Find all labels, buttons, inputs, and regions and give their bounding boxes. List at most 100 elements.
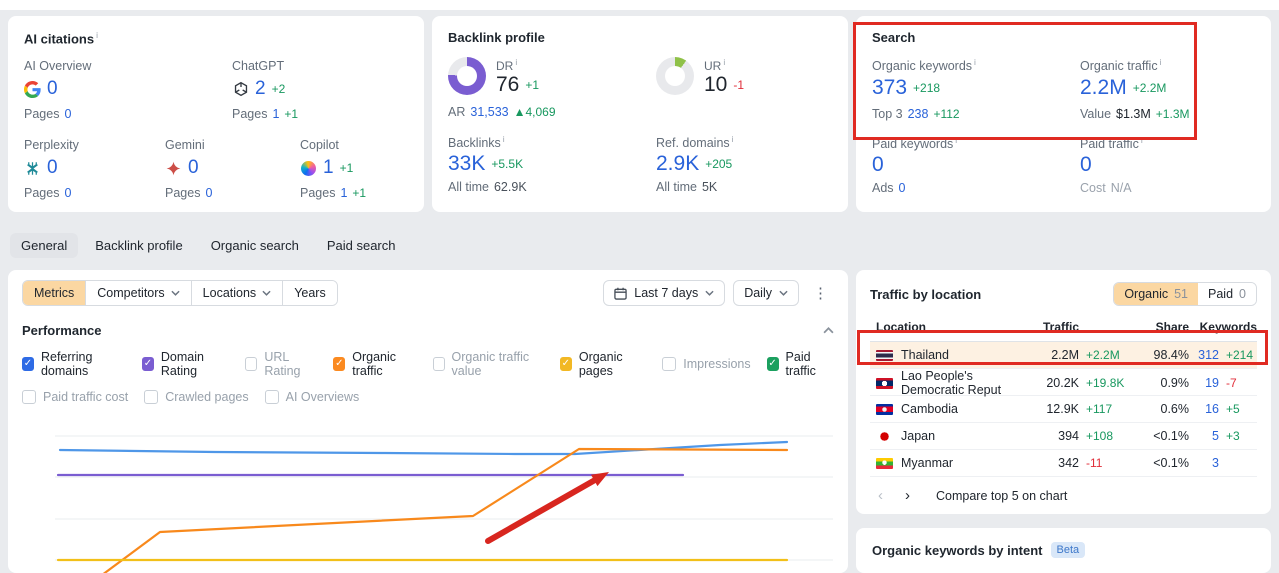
chatgpt-value[interactable]: 2 xyxy=(255,78,266,100)
keywords-value[interactable]: 19 xyxy=(1189,376,1219,390)
location-row-japan[interactable]: Japan 394 +108 <0.1% 5 +3 xyxy=(870,423,1257,450)
locations-dropdown[interactable]: Locations xyxy=(191,281,284,305)
keywords-value[interactable]: 3 xyxy=(1189,456,1219,470)
keywords-delta: +5 xyxy=(1226,402,1240,416)
pages-value[interactable]: 0 xyxy=(205,186,212,200)
checkbox-label: URL Rating xyxy=(264,350,301,378)
prev-page-button[interactable]: ‹ xyxy=(878,487,883,504)
paid-keywords-label: Paid keywords i xyxy=(872,135,958,152)
gemini-label: Gemini xyxy=(165,138,205,153)
paid-keywords-value[interactable]: 0 xyxy=(872,153,884,177)
pages-value[interactable]: 0 xyxy=(64,186,71,200)
checkbox-label: Organic traffic value xyxy=(451,350,530,378)
tab-backlink-profile[interactable]: Backlink profile xyxy=(84,233,193,258)
gemini-value[interactable]: 0 xyxy=(188,157,199,179)
keywords-value[interactable]: 312 xyxy=(1189,348,1219,362)
location-row-laos[interactable]: Lao People's Democratic Reput 20.2K +19.… xyxy=(870,369,1257,397)
checkbox-organic-traffic-value[interactable]: Organic traffic value xyxy=(432,350,544,378)
keywords-value[interactable]: 16 xyxy=(1189,402,1219,416)
checkbox-paid-traffic-cost[interactable]: Paid traffic cost xyxy=(22,390,128,404)
info-icon: i xyxy=(1140,135,1143,146)
checkbox-box: ✓ xyxy=(333,357,346,371)
pages-value[interactable]: 1 xyxy=(272,107,279,121)
paid-traffic-value[interactable]: 0 xyxy=(1080,153,1092,177)
info-icon: i xyxy=(955,135,958,146)
chatgpt-label: ChatGPT xyxy=(232,59,285,74)
checkbox-box xyxy=(144,390,159,404)
location-name: Japan xyxy=(901,429,936,443)
checkbox-impressions[interactable]: Impressions xyxy=(662,357,751,371)
checkbox-paid-traffic[interactable]: ✓ Paid traffic xyxy=(766,350,834,378)
metric-checkbox-row-1: ✓ Referring domains ✓ Domain Rating URL Ra… xyxy=(22,350,834,378)
checkbox-domain-rating[interactable]: ✓ Domain Rating xyxy=(141,350,230,378)
checkbox-crawled-pages[interactable]: Crawled pages xyxy=(144,390,249,404)
ref-domains-value[interactable]: 2.9K xyxy=(656,152,699,176)
location-row-myanmar[interactable]: Myanmar 342 -11 <0.1% 3 xyxy=(870,450,1257,477)
traffic-delta: -11 xyxy=(1086,456,1103,470)
info-icon: i xyxy=(723,57,726,67)
checkbox-label: Organic traffic xyxy=(352,350,397,378)
location-row-thailand[interactable]: Thailand 2.2M +2.2M 98.4% 312 +214 xyxy=(870,342,1257,369)
section-tabs: General Backlink profile Organic search … xyxy=(10,231,407,259)
traffic-by-location-title: Traffic by location xyxy=(870,286,982,302)
competitors-dropdown[interactable]: Competitors xyxy=(86,281,192,305)
next-page-button[interactable]: › xyxy=(905,487,910,504)
organic-keywords-value[interactable]: 373 xyxy=(872,76,907,100)
ar-value[interactable]: 31,533 xyxy=(470,105,508,119)
tab-general[interactable]: General xyxy=(10,232,79,258)
perplexity-value[interactable]: 0 xyxy=(47,157,58,179)
info-icon: i xyxy=(1159,57,1162,67)
checkbox-organic-pages[interactable]: ✓ Organic pages xyxy=(559,350,646,378)
ai-overview-value[interactable]: 0 xyxy=(47,78,58,100)
checkbox-referring-domains[interactable]: ✓ Referring domains xyxy=(22,350,126,378)
cost-value: N/A xyxy=(1110,181,1132,196)
traffic-table: Location Traffic Share Keywords Thailand… xyxy=(870,316,1257,477)
toggle-paid[interactable]: Paid 0 xyxy=(1198,283,1256,305)
checkbox-organic-traffic[interactable]: ✓ Organic traffic xyxy=(333,350,416,378)
backlinks-value[interactable]: 33K xyxy=(448,152,485,176)
cost-label: Cost xyxy=(1080,181,1106,196)
checkbox-label: Crawled pages xyxy=(165,390,249,404)
dr-delta: +1 xyxy=(525,78,540,92)
performance-title: Performance xyxy=(22,323,102,338)
ai-citation-perplexity: Perplexity 0 Pages 0 xyxy=(24,138,165,200)
collapse-chevron-icon[interactable] xyxy=(823,327,834,334)
ref-domains-delta: +205 xyxy=(705,157,733,172)
compare-top5-link[interactable]: Compare top 5 on chart xyxy=(936,489,1067,503)
backlink-profile-title: Backlink profile xyxy=(448,30,545,45)
info-icon: i xyxy=(515,57,518,67)
keywords-value[interactable]: 5 xyxy=(1189,429,1219,443)
pages-label: Pages xyxy=(232,107,268,122)
date-range-button[interactable]: Last 7 days xyxy=(603,280,726,306)
checkbox-box xyxy=(432,357,445,371)
more-options-button[interactable]: ⋮ xyxy=(807,284,834,302)
tab-paid-search[interactable]: Paid search xyxy=(316,233,407,258)
performance-chart[interactable] xyxy=(55,418,833,573)
search-title: Search xyxy=(872,30,916,45)
share-value: 0.6% xyxy=(1160,402,1190,416)
checkbox-ai-overviews[interactable]: AI Overviews xyxy=(264,390,359,404)
checkbox-url-rating[interactable]: URL Rating xyxy=(245,350,317,378)
tab-organic-search[interactable]: Organic search xyxy=(200,233,310,258)
top3-value[interactable]: 238 xyxy=(908,107,929,121)
pages-value[interactable]: 0 xyxy=(64,107,71,121)
checkbox-box xyxy=(264,390,279,404)
toggle-organic[interactable]: Organic 51 xyxy=(1114,283,1199,305)
pages-value[interactable]: 1 xyxy=(340,186,347,200)
location-row-cambodia[interactable]: Cambodia 12.9K +117 0.6% 16 +5 xyxy=(870,396,1257,423)
column-keywords[interactable]: Keywords xyxy=(1189,320,1257,334)
organic-traffic-value[interactable]: 2.2M xyxy=(1080,76,1127,100)
share-value: <0.1% xyxy=(1153,456,1189,470)
metrics-button[interactable]: Metrics xyxy=(23,281,87,305)
column-traffic[interactable]: Traffic xyxy=(1023,320,1079,334)
top3-delta: +112 xyxy=(933,107,960,122)
ads-value[interactable]: 0 xyxy=(899,181,906,195)
years-button[interactable]: Years xyxy=(283,281,337,305)
copilot-delta: +1 xyxy=(339,161,354,176)
value-label: Value xyxy=(1080,107,1112,122)
copilot-value[interactable]: 1 xyxy=(323,157,334,179)
checkbox-label: Paid traffic xyxy=(785,350,816,378)
granularity-button[interactable]: Daily xyxy=(733,280,799,306)
column-share[interactable]: Share xyxy=(1131,320,1189,334)
location-name: Thailand xyxy=(901,348,949,362)
